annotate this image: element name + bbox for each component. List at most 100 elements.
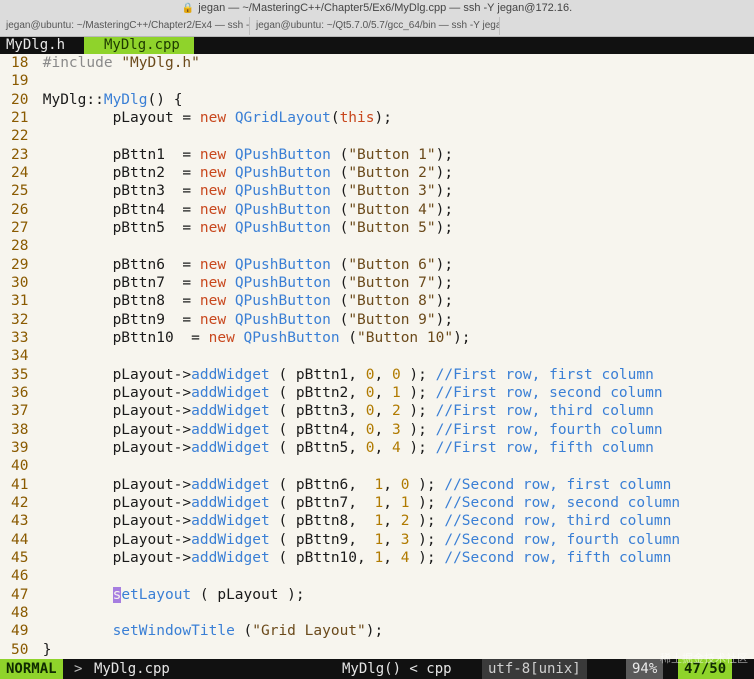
terminal-tab-current[interactable] bbox=[500, 17, 754, 35]
line-number: 24 bbox=[11, 164, 29, 181]
code-line[interactable]: 25 pBttn3 = new QPushButton ("Button 3")… bbox=[0, 182, 453, 200]
line-number: 43 bbox=[11, 513, 29, 530]
code-line[interactable]: 40 bbox=[0, 457, 43, 475]
code-line[interactable]: 28 bbox=[0, 237, 43, 255]
code-line[interactable]: 41 pLayout->addWidget ( pBttn6, 1, 0 ); … bbox=[0, 476, 671, 494]
code-line[interactable]: 48 bbox=[0, 604, 43, 622]
buffer-tab-mydlg-cpp[interactable]: MyDlg.cpp bbox=[84, 37, 194, 54]
code-token: setWindowTitle bbox=[112, 623, 235, 640]
code-line[interactable]: 35 pLayout->addWidget ( pBttn1, 0, 0 ); … bbox=[0, 366, 654, 384]
code-token: ); bbox=[400, 384, 436, 401]
code-token: pBttn10 = bbox=[42, 329, 209, 346]
code-token: "Grid Layout" bbox=[252, 623, 366, 640]
line-number: 49 bbox=[11, 623, 29, 640]
code-token: new bbox=[199, 201, 227, 218]
code-text: setWindowTitle ("Grid Layout"); bbox=[34, 623, 384, 640]
code-token: ( pBttn5, bbox=[269, 439, 366, 456]
code-line[interactable]: 44 pLayout->addWidget ( pBttn9, 1, 3 ); … bbox=[0, 531, 680, 549]
code-line[interactable]: 37 pLayout->addWidget ( pBttn3, 0, 2 ); … bbox=[0, 402, 654, 420]
code-line[interactable]: 20 MyDlg::MyDlg() { bbox=[0, 91, 182, 109]
code-line[interactable]: 19 bbox=[0, 72, 43, 90]
line-number: 25 bbox=[11, 183, 29, 200]
code-token: pBttn6 = bbox=[42, 256, 200, 273]
line-number: 22 bbox=[11, 128, 29, 145]
code-token: ( bbox=[330, 146, 349, 163]
code-token: pLayout-> bbox=[42, 366, 192, 383]
code-line[interactable]: 23 pBttn1 = new QPushButton ("Button 1")… bbox=[0, 146, 453, 164]
code-text: pLayout->addWidget ( pBttn7, 1, 1 ); //S… bbox=[34, 495, 680, 511]
code-line[interactable]: 50 } bbox=[0, 641, 51, 659]
code-token: ( bbox=[330, 164, 349, 181]
code-token: addWidget bbox=[191, 494, 270, 511]
vim-statusline: NORMAL > MyDlg.cpp MyDlg() < cpp utf-8[u… bbox=[0, 659, 754, 679]
line-number: 37 bbox=[11, 403, 29, 420]
code-line[interactable]: 47 setLayout ( pLayout ); bbox=[0, 586, 305, 604]
line-number: 41 bbox=[11, 476, 29, 493]
status-percent: 94% bbox=[626, 659, 664, 679]
code-token: pBttn5 = bbox=[42, 219, 200, 236]
code-line[interactable]: 27 pBttn5 = new QPushButton ("Button 5")… bbox=[0, 219, 453, 237]
code-token: ( bbox=[330, 256, 349, 273]
terminal-tab-ex4[interactable]: jegan@ubuntu: ~/MasteringC++/Chapter2/Ex… bbox=[0, 17, 250, 35]
code-line[interactable]: 42 pLayout->addWidget ( pBttn7, 1, 1 ); … bbox=[0, 494, 680, 512]
code-token: ( bbox=[330, 311, 349, 328]
code-token: addWidget bbox=[191, 476, 270, 493]
code-text: pLayout->addWidget ( pBttn10, 1, 4 ); //… bbox=[34, 549, 672, 566]
code-token: "Button 6" bbox=[348, 256, 436, 273]
code-token: pLayout-> bbox=[42, 439, 192, 456]
code-token: new bbox=[199, 311, 227, 328]
code-line[interactable]: 36 pLayout->addWidget ( pBttn2, 0, 1 ); … bbox=[0, 384, 663, 402]
code-token: addWidget bbox=[191, 549, 270, 566]
code-line[interactable]: 31 pBttn8 = new QPushButton ("Button 8")… bbox=[0, 292, 453, 310]
code-token: ); bbox=[435, 274, 454, 291]
code-token: //First row, third column bbox=[435, 403, 654, 420]
code-token: ); bbox=[435, 201, 454, 218]
code-line[interactable]: 30 pBttn7 = new QPushButton ("Button 7")… bbox=[0, 274, 453, 292]
code-line[interactable]: 21 pLayout = new QGridLayout(this); bbox=[0, 109, 392, 127]
line-number: 44 bbox=[11, 531, 29, 548]
code-line[interactable]: 24 pBttn2 = new QPushButton ("Button 2")… bbox=[0, 164, 453, 182]
code-token: pLayout-> bbox=[42, 384, 192, 401]
code-text: pLayout->addWidget ( pBttn3, 0, 2 ); //F… bbox=[34, 403, 654, 419]
code-token: etLayout bbox=[121, 586, 192, 603]
code-line[interactable]: 26 pBttn4 = new QPushButton ("Button 4")… bbox=[0, 201, 453, 219]
code-token: QPushButton bbox=[234, 293, 331, 310]
code-line[interactable]: 22 bbox=[0, 127, 43, 145]
code-token: addWidget bbox=[191, 531, 270, 548]
code-line[interactable]: 39 pLayout->addWidget ( pBttn5, 0, 4 ); … bbox=[0, 439, 654, 457]
code-line[interactable]: 49 setWindowTitle ("Grid Layout"); bbox=[0, 622, 383, 640]
buffer-tab-mydlg-h[interactable]: MyDlg.h bbox=[0, 37, 72, 54]
code-line[interactable]: 18 #include "MyDlg.h" bbox=[0, 54, 200, 72]
code-token: addWidget bbox=[191, 403, 270, 420]
code-token: QPushButton bbox=[243, 329, 340, 346]
code-text: MyDlg::MyDlg() { bbox=[34, 92, 183, 108]
code-text: pLayout->addWidget ( pBttn2, 0, 1 ); //F… bbox=[34, 385, 663, 401]
code-editor[interactable]: 18 #include "MyDlg.h" 19 20 MyDlg::MyDlg(… bbox=[0, 54, 754, 659]
code-token: 1 bbox=[374, 494, 384, 511]
code-line[interactable]: 33 pBttn10 = new QPushButton ("Button 10… bbox=[0, 329, 471, 347]
code-token: pBttn4 = bbox=[42, 201, 200, 218]
code-line[interactable]: 46 bbox=[0, 567, 43, 585]
code-line[interactable]: 32 pBttn9 = new QPushButton ("Button 9")… bbox=[0, 311, 453, 329]
code-token: ); bbox=[409, 531, 445, 548]
code-token: ( pBttn8, bbox=[269, 513, 375, 530]
code-line[interactable]: 45 pLayout->addWidget ( pBttn10, 1, 4 );… bbox=[0, 549, 671, 567]
code-line[interactable]: 38 pLayout->addWidget ( pBttn4, 0, 3 ); … bbox=[0, 421, 663, 439]
code-token: , bbox=[383, 476, 401, 493]
code-token: pBttn7 = bbox=[42, 274, 200, 291]
code-token: ); bbox=[435, 164, 454, 181]
code-line[interactable]: 43 pLayout->addWidget ( pBttn8, 1, 2 ); … bbox=[0, 512, 671, 530]
code-line[interactable]: 34 bbox=[0, 347, 43, 365]
terminal-tab-qt-bin[interactable]: jegan@ubuntu: ~/Qt5.7.0/5.7/gcc_64/bin —… bbox=[250, 17, 500, 35]
code-text: #include "MyDlg.h" bbox=[34, 55, 200, 71]
code-token: pBttn2 = bbox=[42, 164, 200, 181]
code-token: 4 bbox=[391, 439, 401, 456]
code-token: ( bbox=[330, 274, 349, 291]
code-token: //First row, first column bbox=[435, 366, 654, 383]
code-line[interactable]: 29 pBttn6 = new QPushButton ("Button 6")… bbox=[0, 256, 453, 274]
